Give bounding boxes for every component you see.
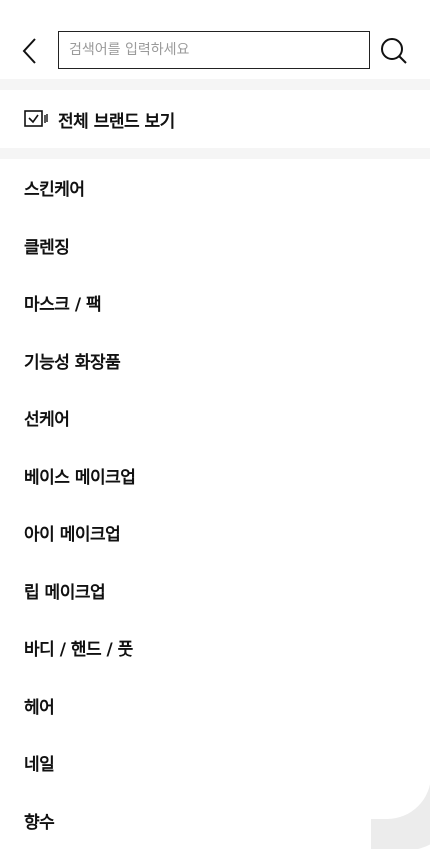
category-label: 선케어 xyxy=(24,405,69,430)
category-label: 스킨케어 xyxy=(24,175,85,200)
category-item[interactable]: 립 메이크업 xyxy=(0,562,430,620)
search-icon xyxy=(380,37,408,65)
category-item[interactable]: 기능성 화장품 xyxy=(0,332,430,390)
category-item[interactable]: 바디 / 핸드 / 풋 xyxy=(0,619,430,677)
category-list: 스킨케어 클렌징 마스크 / 팩 기능성 화장품 선케어 베이스 메이크업 아이… xyxy=(0,159,430,849)
category-item[interactable]: 아이 메이크업 xyxy=(0,504,430,562)
category-item[interactable]: 마스크 / 팩 xyxy=(0,274,430,332)
category-item[interactable]: 헤어 xyxy=(0,677,430,735)
category-label: 향수 xyxy=(24,808,54,833)
category-label: 클렌징 xyxy=(24,233,69,258)
category-label: 기능성 화장품 xyxy=(24,348,120,373)
brand-check-icon xyxy=(24,110,48,128)
category-label: 헤어 xyxy=(24,693,54,718)
category-label: 바디 / 핸드 / 풋 xyxy=(24,635,133,660)
category-item[interactable]: 선케어 xyxy=(0,389,430,447)
section-divider xyxy=(0,79,430,90)
search-header xyxy=(0,0,430,78)
all-brands-label: 전체 브랜드 보기 xyxy=(58,107,175,132)
category-label: 베이스 메이크업 xyxy=(24,463,135,488)
category-item[interactable]: 스킨케어 xyxy=(0,159,430,217)
section-divider xyxy=(0,148,430,159)
chevron-left-icon xyxy=(18,34,42,68)
category-label: 아이 메이크업 xyxy=(24,520,120,545)
category-item[interactable]: 베이스 메이크업 xyxy=(0,447,430,505)
category-label: 마스크 / 팩 xyxy=(24,290,101,315)
category-label: 립 메이크업 xyxy=(24,578,105,603)
category-item[interactable]: 향수 xyxy=(0,792,430,849)
back-button[interactable] xyxy=(18,34,42,68)
all-brands-link[interactable]: 전체 브랜드 보기 xyxy=(0,90,430,148)
category-item[interactable]: 클렌징 xyxy=(0,217,430,275)
category-label: 네일 xyxy=(24,750,54,775)
search-button[interactable] xyxy=(380,37,408,65)
category-item[interactable]: 네일 xyxy=(0,734,430,792)
search-box xyxy=(58,31,370,69)
search-input[interactable] xyxy=(59,32,369,68)
